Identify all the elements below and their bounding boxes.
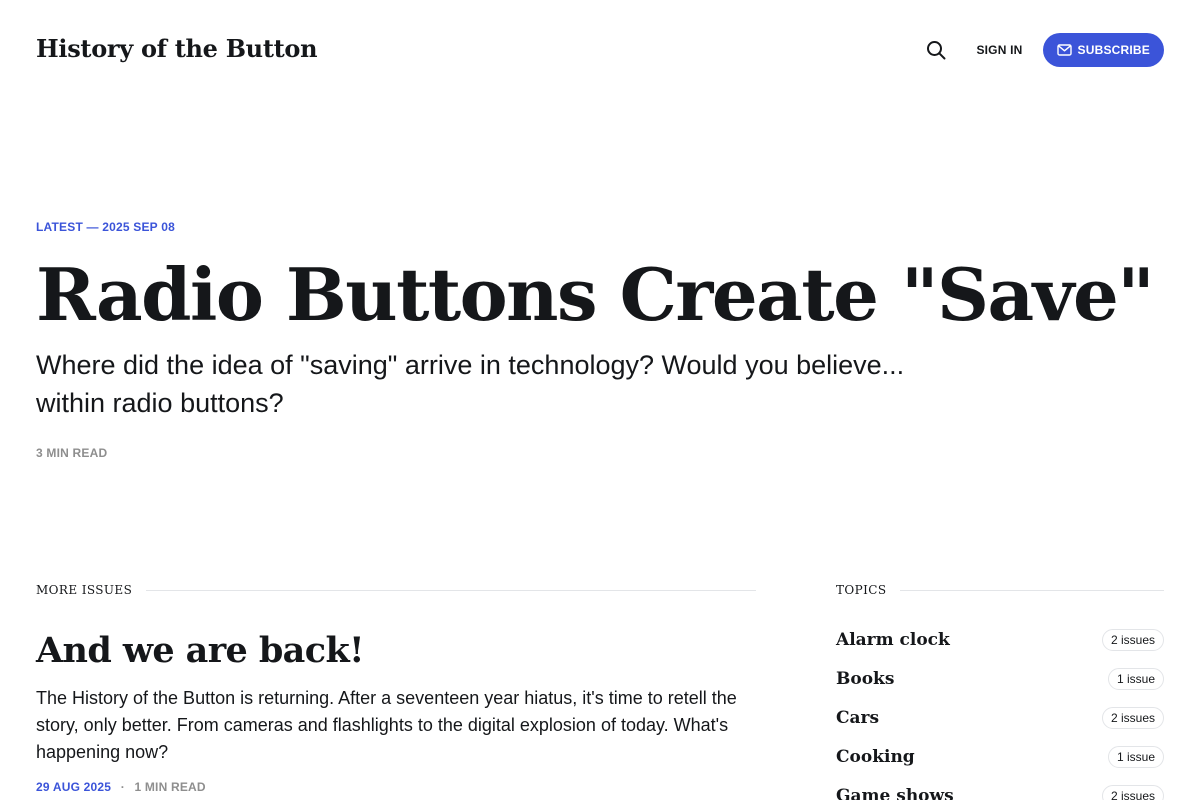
topics-heading: TOPICS	[836, 580, 1164, 600]
topics-label: TOPICS	[836, 583, 887, 597]
hero-post: LATEST — 2025 SEP 08 Radio Buttons Creat…	[36, 220, 1155, 460]
topic-item-game-shows[interactable]: Game shows 2 issues	[836, 776, 1164, 800]
mail-icon	[1056, 44, 1072, 56]
topic-name: Cooking	[836, 746, 915, 767]
post-meta: 29 AUG 2025 · 1 MIN READ	[36, 780, 756, 794]
topic-count-badge: 2 issues	[1101, 784, 1164, 800]
more-issues-label: MORE ISSUES	[36, 583, 133, 597]
divider	[900, 589, 1164, 591]
topic-name: Alarm clock	[836, 629, 950, 650]
sign-in-link[interactable]: SIGN IN	[976, 43, 1022, 57]
more-issues-section: MORE ISSUES And we are back! The History…	[36, 580, 756, 794]
hero-read-time: 3 MIN READ	[36, 446, 108, 460]
topics-section: TOPICS Alarm clock 2 issues Books 1 issu…	[836, 580, 1164, 800]
post-excerpt: The History of the Button is returning. …	[36, 688, 737, 762]
topic-item-alarm-clock[interactable]: Alarm clock 2 issues	[836, 620, 1164, 659]
topic-name: Game shows	[836, 785, 954, 800]
site-header: History of the Button SIGN IN SUBSCRIBE	[36, 0, 1164, 100]
post-read-time: 1 MIN READ	[134, 780, 206, 794]
site-title[interactable]: History of the Button	[36, 34, 318, 63]
post-card: And we are back! The History of the Butt…	[36, 630, 756, 794]
topic-item-cars[interactable]: Cars 2 issues	[836, 698, 1164, 737]
post-title[interactable]: And we are back!	[36, 630, 756, 671]
hero-excerpt: Where did the idea of "saving" arrive in…	[36, 350, 905, 418]
topic-item-books[interactable]: Books 1 issue	[836, 659, 1164, 698]
topic-count-badge: 2 issues	[1101, 628, 1164, 651]
hero-meta: LATEST — 2025 SEP 08	[36, 220, 175, 234]
subscribe-label: SUBSCRIBE	[1077, 43, 1150, 57]
topic-item-cooking[interactable]: Cooking 1 issue	[836, 737, 1164, 776]
topic-list: Alarm clock 2 issues Books 1 issue Cars …	[836, 620, 1164, 800]
post-date: 29 AUG 2025	[36, 780, 112, 794]
search-icon	[927, 41, 946, 60]
hero-title[interactable]: Radio Buttons Create "Save"	[36, 252, 1155, 338]
header-actions: SIGN IN SUBSCRIBE	[924, 33, 1164, 67]
topic-count-badge: 1 issue	[1107, 667, 1164, 690]
topic-name: Cars	[836, 707, 880, 728]
topic-count-badge: 2 issues	[1101, 706, 1164, 729]
more-issues-heading: MORE ISSUES	[36, 580, 756, 600]
divider	[146, 589, 756, 591]
meta-separator: ·	[120, 780, 125, 794]
topic-name: Books	[836, 668, 895, 689]
search-button[interactable]	[924, 38, 948, 62]
topic-count-badge: 1 issue	[1107, 745, 1164, 768]
subscribe-button[interactable]: SUBSCRIBE	[1042, 33, 1164, 67]
